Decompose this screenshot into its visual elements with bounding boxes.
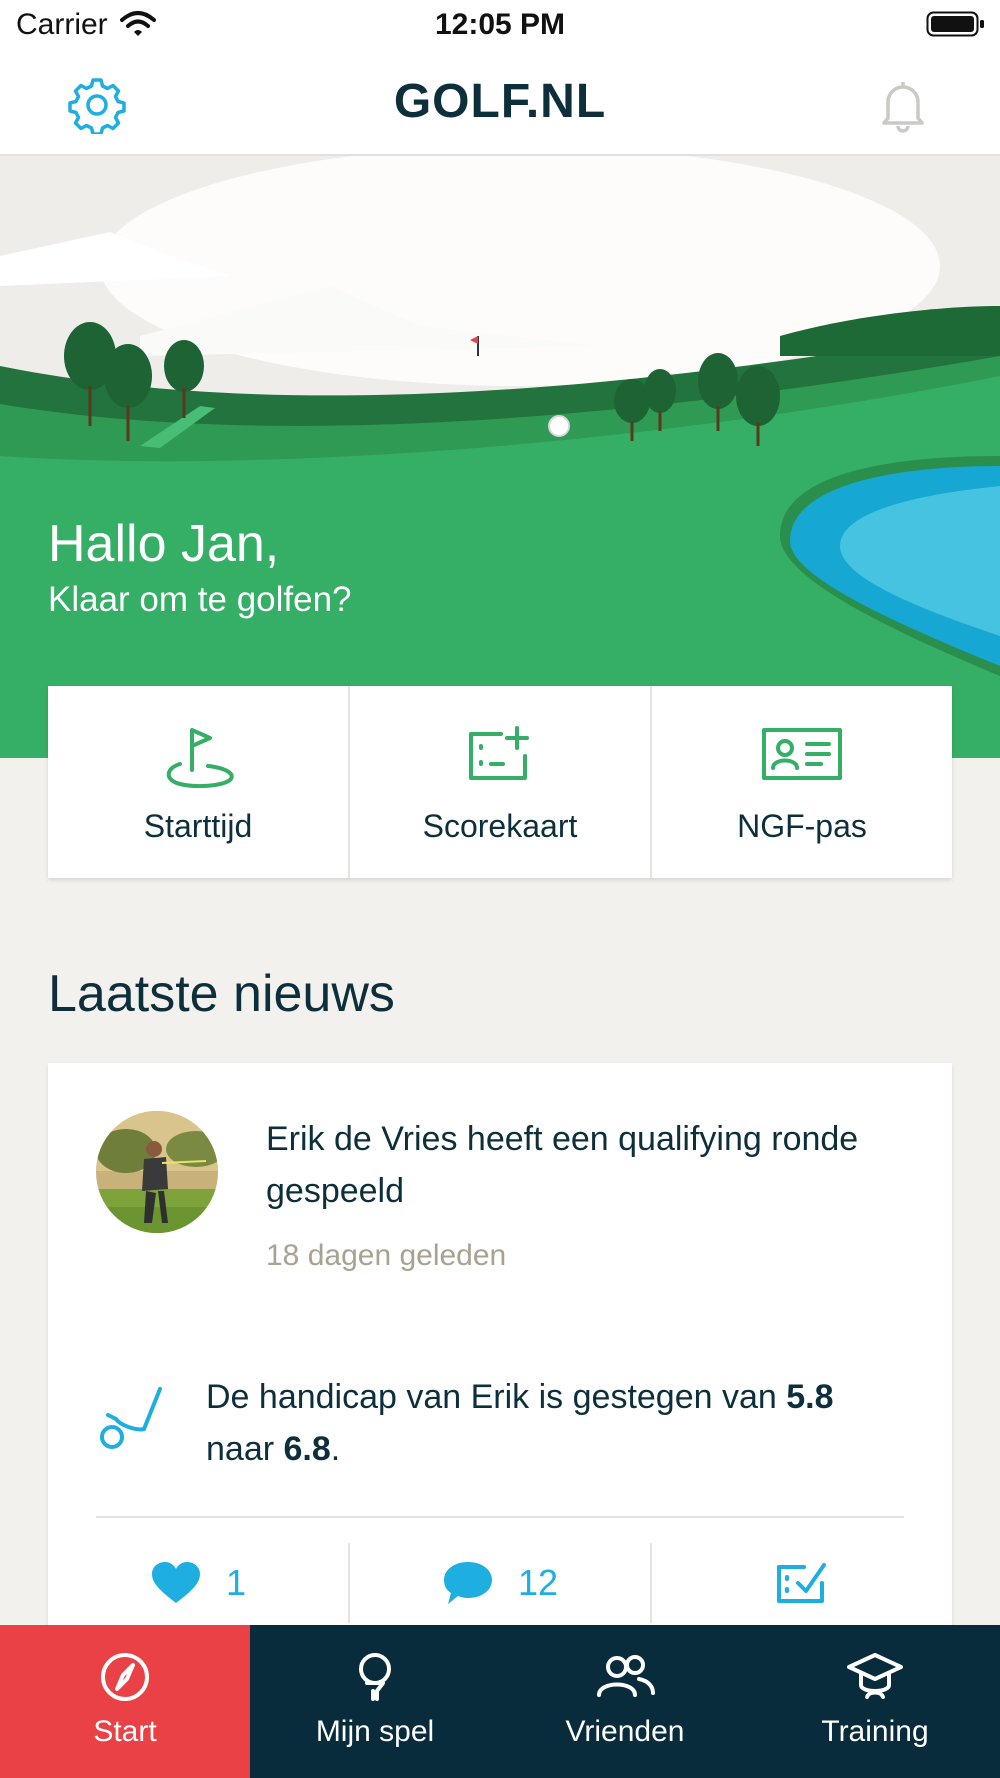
handicap-suffix: . xyxy=(330,1430,341,1468)
handicap-new-value: 6.8 xyxy=(283,1430,331,1468)
golf-club-icon xyxy=(100,1387,162,1449)
comment-count: 12 xyxy=(517,1562,559,1603)
clock: 12:05 PM xyxy=(434,8,566,41)
tab-training-label: Training xyxy=(821,1715,929,1748)
greeting-subtitle: Klaar om te golfen? xyxy=(48,580,352,619)
starttijd-label: Starttijd xyxy=(143,808,253,844)
status-bar: Carrier 12:05 PM xyxy=(0,0,1000,52)
handicap-old-value: 5.8 xyxy=(786,1378,834,1416)
handicap-middle: naar xyxy=(206,1430,284,1468)
tab-training[interactable]: Training xyxy=(750,1625,1000,1778)
id-card-icon xyxy=(762,728,842,780)
ngf-pas-label: NGF-pas xyxy=(737,808,867,844)
greeting-title: Hallo Jan, xyxy=(48,515,280,573)
starttijd-button[interactable]: Starttijd xyxy=(48,686,350,878)
news-headline: Erik de Vries heeft een qualifying ronde… xyxy=(266,1120,859,1210)
compass-icon xyxy=(101,1653,149,1701)
bottom-tab-bar: Start Mijn spel Vrienden Training xyxy=(0,1625,1000,1778)
heart-icon xyxy=(151,1562,200,1603)
scorecard-view-button[interactable] xyxy=(652,1543,952,1623)
news-actions: 1 12 xyxy=(48,1543,952,1623)
avatar[interactable] xyxy=(96,1111,218,1233)
friends-icon xyxy=(597,1655,655,1697)
quick-actions-panel: Starttijd Scorekaart NGF-pas xyxy=(48,686,952,878)
battery-icon xyxy=(926,11,984,37)
tab-start-label: Start xyxy=(93,1715,157,1748)
golfer-photo xyxy=(96,1111,218,1233)
tab-vrienden[interactable]: Vrienden xyxy=(500,1625,750,1778)
bell-icon[interactable] xyxy=(874,76,932,134)
comment-button[interactable]: 12 xyxy=(350,1543,652,1623)
tab-mijn-spel[interactable]: Mijn spel xyxy=(250,1625,500,1778)
divider xyxy=(96,1516,904,1518)
tab-start[interactable]: Start xyxy=(0,1625,250,1778)
app-logo: GOLF.NL xyxy=(393,75,607,128)
scorecard-add-icon xyxy=(469,726,529,780)
news-section-title: Laatste nieuws xyxy=(48,965,395,1023)
golf-ball-tee-icon xyxy=(359,1653,391,1701)
news-timestamp: 18 dagen geleden xyxy=(266,1239,507,1272)
flag-green-icon xyxy=(166,728,234,789)
handicap-prefix: De handicap van Erik is gestegen van xyxy=(206,1378,787,1416)
graduation-cap-icon xyxy=(847,1653,903,1699)
scorekaart-button[interactable]: Scorekaart xyxy=(350,686,652,878)
top-nav-bar: GOLF.NL xyxy=(0,52,1000,156)
tab-vrienden-label: Vrienden xyxy=(565,1715,685,1748)
golf-course-illustration xyxy=(0,156,1000,758)
like-button[interactable]: 1 xyxy=(48,1543,350,1623)
hero-banner: Hallo Jan, Klaar om te golfen? xyxy=(0,156,1000,758)
handicap-update-text: De handicap van Erik is gestegen van 5.8… xyxy=(206,1371,906,1475)
comment-icon xyxy=(443,1562,492,1604)
like-count: 1 xyxy=(225,1562,247,1603)
scorecard-check-icon xyxy=(777,1563,826,1603)
ngf-pas-button[interactable]: NGF-pas xyxy=(652,686,952,878)
scorekaart-label: Scorekaart xyxy=(422,808,578,844)
tab-mijn-spel-label: Mijn spel xyxy=(315,1715,435,1748)
